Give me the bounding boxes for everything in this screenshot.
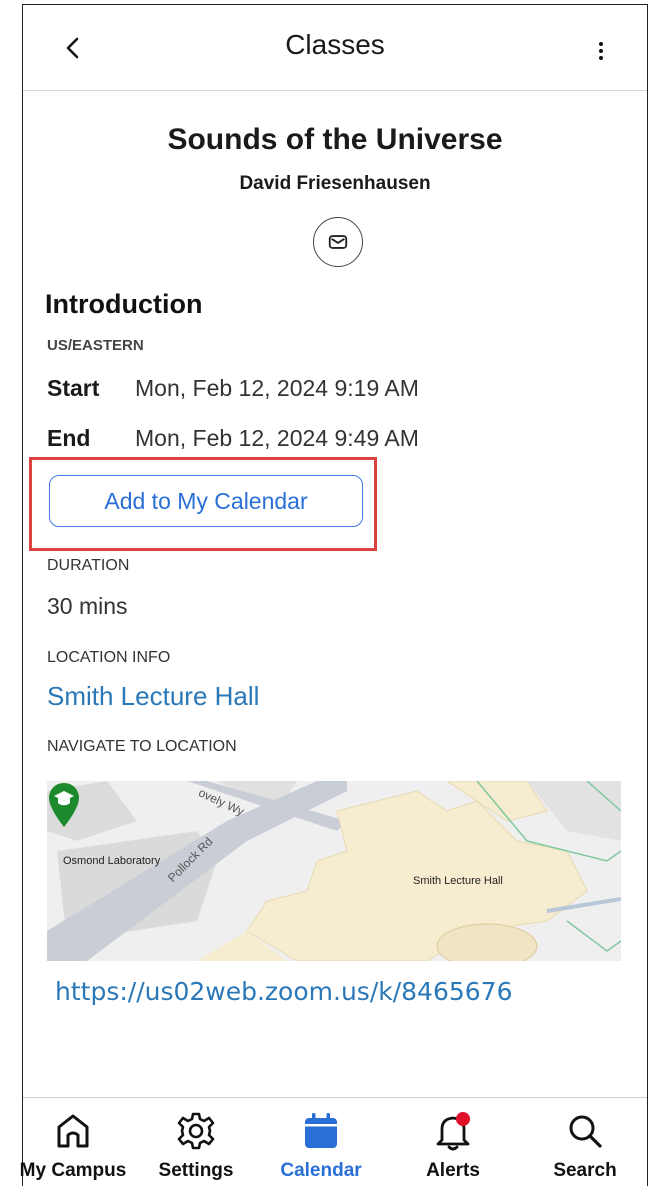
navigate-label: NAVIGATE TO LOCATION — [47, 738, 237, 755]
map-label-osmond: Osmond Laboratory — [63, 855, 161, 867]
tab-label: Settings — [158, 1160, 234, 1181]
app-header: Classes — [23, 5, 647, 91]
add-to-calendar-button[interactable]: Add to My Calendar — [49, 475, 363, 527]
start-row: Start Mon, Feb 12, 2024 9:19 AM — [47, 375, 419, 402]
duration-label: DURATION — [47, 557, 130, 574]
location-info-label: LOCATION INFO — [47, 649, 171, 666]
map-pin-icon — [49, 783, 79, 827]
duration-value: 30 mins — [47, 593, 128, 619]
tab-label: Calendar — [280, 1160, 362, 1181]
page-title: Classes — [285, 29, 385, 60]
bell-icon — [436, 1112, 470, 1151]
home-icon — [57, 1114, 89, 1148]
map-label-smith: Smith Lecture Hall — [413, 875, 503, 887]
tab-settings[interactable]: Settings — [136, 1098, 256, 1188]
tab-label: Alerts — [426, 1160, 480, 1181]
email-instructor-button[interactable] — [313, 217, 363, 267]
meeting-link[interactable]: https://us02web.zoom.us/k/8465676 — [55, 977, 512, 1006]
end-value: Mon, Feb 12, 2024 9:49 AM — [135, 425, 419, 451]
tab-calendar[interactable]: Calendar — [261, 1098, 381, 1188]
more-options-button[interactable] — [593, 35, 609, 65]
more-vertical-icon — [599, 42, 603, 60]
timezone-label: US/EASTERN — [47, 337, 144, 354]
map-graphic — [47, 781, 621, 961]
location-map[interactable]: Osmond Laboratory Smith Lecture Hall Pol… — [47, 781, 621, 961]
tab-search[interactable]: Search — [525, 1098, 645, 1188]
start-value: Mon, Feb 12, 2024 9:19 AM — [135, 375, 419, 401]
course-title: Sounds of the Universe — [167, 123, 503, 156]
bottom-tab-bar: My Campus Settings Calendar Alerts Searc… — [20, 1097, 647, 1188]
mail-icon — [328, 235, 348, 249]
location-link[interactable]: Smith Lecture Hall — [47, 681, 259, 712]
end-row: End Mon, Feb 12, 2024 9:49 AM — [47, 425, 419, 452]
alert-badge — [456, 1112, 470, 1126]
start-label: Start — [47, 375, 100, 401]
search-icon — [569, 1115, 602, 1148]
end-label: End — [47, 425, 91, 451]
session-title: Introduction — [45, 289, 203, 319]
tab-label: Search — [553, 1160, 617, 1181]
tab-alerts[interactable]: Alerts — [393, 1098, 513, 1188]
tab-my-campus[interactable]: My Campus — [13, 1098, 133, 1188]
gear-icon — [177, 1112, 215, 1150]
calendar-icon — [305, 1113, 337, 1148]
instructor-name: David Friesenhausen — [239, 173, 431, 194]
tab-label: My Campus — [19, 1160, 127, 1181]
phone-frame: Classes Sounds of the Universe David Fri… — [20, 4, 648, 1188]
